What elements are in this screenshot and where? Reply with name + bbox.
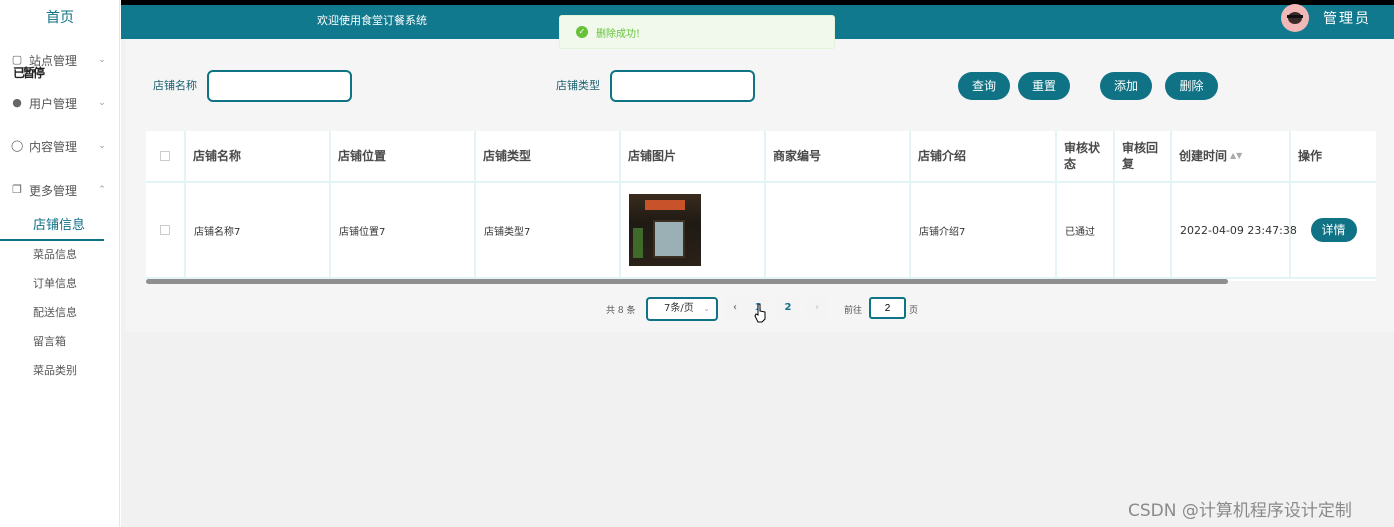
table-cell: 店铺类型7 [476, 183, 621, 279]
detail-button[interactable]: 详情 [1310, 218, 1357, 242]
chevron-up-icon: ⌃ [98, 185, 106, 195]
page-number-button[interactable]: 2 [777, 297, 799, 319]
sidebar-item-more[interactable]: ❐ 更多管理 ⌃ [0, 175, 120, 205]
table-cell [766, 183, 911, 279]
goto-suffix: 页 [909, 306, 919, 316]
sidebar-subitem-store-info[interactable]: 店铺信息 [0, 213, 104, 241]
table-cell: 店铺名称7 [186, 183, 331, 279]
sidebar-home[interactable]: 首页 [0, 0, 120, 38]
table-cell: 店铺位置7 [331, 183, 476, 279]
chat-icon: ◯ [11, 139, 24, 152]
paused-overlay-text: 已暂停 [13, 66, 45, 80]
store-name-label: 店铺名称 [153, 79, 197, 92]
sidebar-subitem-delivery-info[interactable]: 配送信息 [0, 301, 120, 325]
column-header: 店铺位置 [331, 131, 476, 183]
row-checkbox[interactable] [160, 225, 170, 235]
app-window: 首页 ▢ 站点管理 ⌄ 已暂停 ● 用户管理 ⌄ ◯ 内容管理 ⌄ ❐ 更多管理… [0, 0, 1394, 527]
row-checkbox-cell [146, 183, 186, 279]
hand-pointer-icon [754, 303, 766, 323]
store-type-label: 店铺类型 [556, 79, 600, 92]
table-cell: 店铺介绍7 [911, 183, 1057, 279]
column-header: 操作 [1291, 131, 1376, 183]
reset-button[interactable]: 重置 [1018, 72, 1070, 100]
table-cell-image [621, 183, 766, 279]
sunglasses-icon [1287, 15, 1303, 18]
sort-icon[interactable]: ▲▼ [1230, 148, 1242, 164]
store-sign-shape [645, 200, 685, 210]
sidebar: 首页 ▢ 站点管理 ⌄ 已暂停 ● 用户管理 ⌄ ◯ 内容管理 ⌄ ❐ 更多管理… [0, 0, 120, 527]
welcome-text: 欢迎使用食堂订餐系统 [317, 14, 427, 27]
column-header-label: 创建时间 [1179, 149, 1228, 163]
avatar-face-icon [1288, 12, 1302, 24]
query-button[interactable]: 查询 [958, 72, 1010, 100]
data-table: 店铺名称 店铺位置 店铺类型 店铺图片 商家编号 店铺介绍 审核状态 审核回复 … [146, 131, 1376, 281]
success-toast: ✓ 删除成功! [559, 15, 835, 49]
header-checkbox-cell [146, 131, 186, 183]
watermark: CSDN @计算机程序设计定制 [1128, 501, 1352, 521]
chevron-down-icon: ⌄ [98, 141, 106, 151]
toast-message: 删除成功! [596, 28, 641, 40]
store-image[interactable] [629, 194, 701, 266]
admin-username[interactable]: 管理员 [1323, 8, 1371, 28]
column-header: 店铺介绍 [911, 131, 1057, 183]
table-cell-actions: 详情 [1291, 183, 1376, 279]
store-name-input[interactable] [207, 70, 352, 102]
store-door-shape [653, 220, 685, 258]
column-header: 店铺名称 [186, 131, 331, 183]
next-page-button[interactable]: › [806, 297, 828, 319]
check-circle-icon: ✓ [576, 26, 588, 38]
sidebar-item-label: 内容管理 [29, 139, 78, 154]
chevron-down-icon: ⌄ [98, 98, 106, 108]
pagination-total: 共 8 条 [606, 306, 636, 316]
column-header: 商家编号 [766, 131, 911, 183]
sidebar-subitem-order-info[interactable]: 订单信息 [0, 272, 120, 296]
sidebar-subitem-message-box[interactable]: 留言箱 [0, 330, 120, 354]
store-type-input[interactable] [610, 70, 755, 102]
chevron-down-icon: ⌄ [703, 304, 710, 313]
prev-page-button[interactable]: ‹ [724, 297, 746, 319]
column-header: 店铺图片 [621, 131, 766, 183]
sidebar-subitem-dish-category[interactable]: 菜品类别 [0, 359, 120, 383]
table-cell-date: 2022-04-09 23:47:38 [1172, 183, 1297, 279]
add-button[interactable]: 添加 [1100, 72, 1152, 100]
goto-prefix: 前往 [844, 306, 863, 316]
column-header-sortable[interactable]: 创建时间 ▲▼ [1172, 131, 1291, 183]
avatar[interactable] [1281, 4, 1309, 32]
goto-page-input[interactable] [869, 297, 906, 319]
page-size-value: 7条/页 [664, 303, 694, 314]
page-size-select[interactable]: 7条/页 ⌄ [646, 297, 718, 321]
column-header: 审核回复 [1115, 131, 1172, 183]
user-icon: ● [12, 96, 22, 109]
sidebar-item-content[interactable]: ◯ 内容管理 ⌄ [0, 131, 120, 161]
select-all-checkbox[interactable] [160, 151, 170, 161]
sidebar-item-users[interactable]: ● 用户管理 ⌄ [0, 88, 120, 118]
sidebar-item-label: 用户管理 [29, 96, 78, 111]
table-cell [1115, 183, 1172, 279]
copy-icon: ❐ [12, 183, 22, 196]
table-horizontal-scrollbar[interactable] [146, 279, 1228, 284]
main-content: 店铺名称 店铺类型 查询 重置 添加 删除 店铺名称 店铺位置 店铺类型 店铺图… [121, 39, 1394, 527]
sidebar-item-label: 更多管理 [29, 183, 78, 198]
content-panel: 店铺名称 店铺类型 查询 重置 添加 删除 店铺名称 店铺位置 店铺类型 店铺图… [126, 39, 1394, 332]
chevron-down-icon: ⌄ [98, 55, 106, 65]
store-plant-shape [633, 228, 643, 258]
table-cell-status: 已通过 [1057, 183, 1115, 279]
column-header: 审核状态 [1057, 131, 1115, 183]
column-header: 店铺类型 [476, 131, 621, 183]
delete-button[interactable]: 删除 [1165, 72, 1218, 100]
sidebar-subitem-dish-info[interactable]: 菜品信息 [0, 243, 120, 267]
